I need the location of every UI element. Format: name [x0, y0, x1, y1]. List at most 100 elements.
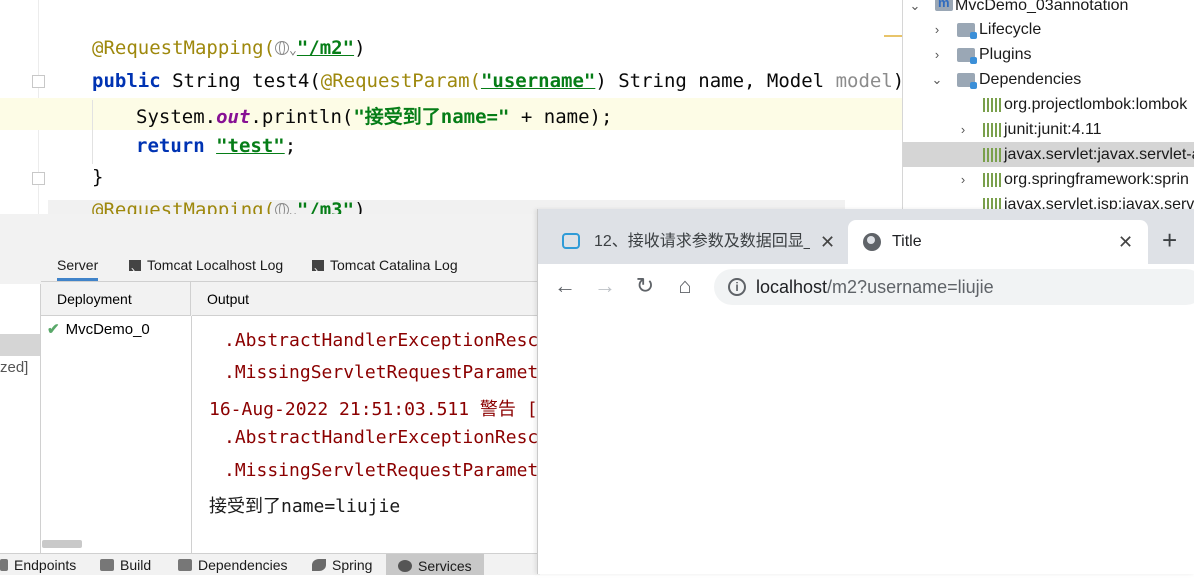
- chevron-down-icon[interactable]: ⌄: [289, 43, 297, 58]
- browser-tabstrip: 12、接收请求参数及数据回显_哔 ✕ Title ✕ +: [538, 209, 1194, 264]
- chevron-right-icon[interactable]: ›: [927, 42, 947, 67]
- chevron-right-icon[interactable]: ›: [927, 17, 947, 42]
- tree-item-dependency-selected[interactable]: javax.servlet:javax.servlet-a: [903, 142, 1194, 167]
- tab-label: Server: [57, 257, 99, 273]
- code-line[interactable]: public String test4(@RequestParam("usern…: [92, 70, 902, 92]
- tree-item-label: Lifecycle: [979, 21, 1042, 38]
- url-text[interactable]: localhost/m2?username=liujie: [756, 269, 994, 305]
- tool-label: Services: [418, 558, 472, 574]
- browser-window[interactable]: 12、接收请求参数及数据回显_哔 ✕ Title ✕ + ← → ↻ ⌂ i l…: [537, 209, 1194, 574]
- string-literal: "接受到了name=": [353, 106, 510, 128]
- chevron-right-icon[interactable]: ›: [953, 167, 973, 192]
- keyword: public: [92, 70, 173, 92]
- log-line: .MissingServletRequestParamet: [224, 362, 539, 383]
- unused-param: model: [835, 70, 893, 92]
- maven-project-tree[interactable]: ⌄ MvcDemo_03annotation › Lifecycle › Plu…: [902, 0, 1194, 214]
- new-tab-icon[interactable]: +: [1162, 225, 1177, 255]
- tree-item-dependency[interactable]: › junit:junit:4.11: [903, 117, 1194, 142]
- chevron-down-icon[interactable]: ⌄: [927, 67, 947, 92]
- info-icon[interactable]: i: [728, 278, 746, 296]
- chevron-down-icon[interactable]: ⌄: [905, 0, 925, 18]
- library-icon: [983, 98, 1001, 112]
- tree-item-lifecycle[interactable]: › Lifecycle: [903, 17, 1194, 42]
- annotation: @RequestParam(: [320, 70, 481, 92]
- chevron-down-icon[interactable]: ⌄: [289, 205, 297, 214]
- tree-item-label: Dependencies: [979, 71, 1082, 88]
- tab-server[interactable]: Server: [57, 249, 99, 281]
- build-button[interactable]: Build: [100, 557, 151, 573]
- services-tool-window[interactable]: zed] Server Tomcat Localhost Log Tomcat …: [0, 214, 540, 574]
- tree-item-dependencies[interactable]: ⌄ Dependencies: [903, 67, 1194, 92]
- forward-arrow-icon[interactable]: →: [592, 273, 618, 299]
- scroll-marker: [884, 35, 902, 37]
- chevron-right-icon[interactable]: ›: [953, 117, 973, 142]
- services-button[interactable]: Services: [386, 554, 484, 575]
- browser-tab-bilibili[interactable]: 12、接收请求参数及数据回显_哔 ✕: [538, 220, 844, 264]
- code-editor[interactable]: @RequestMapping(⌄"/m2") public String te…: [0, 0, 902, 214]
- fold-marker-icon[interactable]: [32, 172, 45, 185]
- web-endpoint-icon[interactable]: [275, 203, 290, 214]
- endpoints-button[interactable]: Endpoints: [0, 557, 76, 573]
- hammer-icon: [100, 559, 114, 571]
- folder-icon: [957, 48, 977, 64]
- library-icon: [983, 173, 1001, 187]
- terminal-icon: [129, 254, 141, 286]
- web-endpoint-icon[interactable]: [275, 41, 290, 55]
- fold-marker-icon[interactable]: [32, 75, 45, 88]
- tab-tomcat-catalina-log[interactable]: Tomcat Catalina Log: [312, 249, 458, 286]
- deployment-list[interactable]: ✔MvcDemo_0 ⇉ ⇇ ⟳ ⇩: [41, 316, 219, 554]
- terminal-icon: [312, 254, 324, 286]
- code-text: ;: [284, 135, 297, 157]
- check-icon: ✔: [47, 321, 60, 338]
- page-content[interactable]: [538, 310, 1194, 574]
- home-icon[interactable]: ⌂: [672, 273, 698, 299]
- code-line[interactable]: @RequestMapping(⌄"/m3"): [92, 199, 366, 214]
- maven-module-icon: [935, 0, 953, 11]
- tree-root-label: MvcDemo_03annotation: [955, 0, 1129, 14]
- tree-root[interactable]: ⌄ MvcDemo_03annotation: [903, 0, 1194, 18]
- layers-icon: [178, 559, 192, 571]
- tool-label: Spring: [332, 557, 373, 573]
- browser-toolbar: ← → ↻ ⌂ i localhost/m2?username=liujie: [538, 264, 1194, 311]
- close-tab-icon[interactable]: ✕: [1118, 220, 1133, 264]
- back-arrow-icon[interactable]: ←: [552, 273, 578, 299]
- spring-button[interactable]: Spring: [312, 557, 372, 573]
- keyword: return: [136, 135, 217, 157]
- tree-item-dependency[interactable]: org.projectlombok:lombok: [903, 92, 1194, 117]
- code-line[interactable]: System.out.println("接受到了name=" + name);: [136, 102, 612, 129]
- url-path: /m2?username=liujie: [827, 277, 994, 297]
- log-line: 接受到了name=liujie: [209, 496, 401, 517]
- tree-item-plugins[interactable]: › Plugins: [903, 42, 1194, 67]
- deployment-item[interactable]: ✔ MvcDemo_0: [47, 320, 150, 338]
- mapping-path[interactable]: "/m3": [297, 199, 354, 214]
- globe-icon: [863, 233, 881, 251]
- output-console[interactable]: .AbstractHandlerExceptionResc .MissingSe…: [192, 316, 540, 554]
- close-tab-icon[interactable]: ✕: [820, 220, 835, 264]
- code-text: String test4(: [172, 70, 321, 92]
- bilibili-icon: [562, 233, 580, 249]
- services-icon: [398, 560, 412, 572]
- string-literal: "username": [480, 70, 596, 92]
- browser-tab-title[interactable]: Title ✕: [848, 220, 1148, 264]
- code-text: ) String name, Model: [595, 70, 836, 92]
- services-tree-strip[interactable]: [0, 284, 41, 554]
- code-line[interactable]: return "test";: [136, 135, 296, 157]
- horizontal-scrollbar[interactable]: [42, 540, 82, 548]
- deployment-header: Deployment: [41, 282, 191, 316]
- tree-item-label: Plugins: [979, 46, 1032, 63]
- services-tree-selection[interactable]: [0, 334, 40, 356]
- tree-item-dependency[interactable]: › org.springframework:sprin: [903, 167, 1194, 192]
- tree-item-label: junit:junit:4.11: [1004, 121, 1102, 138]
- code-line[interactable]: @RequestMapping(⌄"/m2"): [92, 37, 366, 59]
- annotation: @RequestMapping(: [92, 199, 276, 214]
- dependencies-button[interactable]: Dependencies: [178, 557, 288, 573]
- mapping-path[interactable]: "/m2": [297, 37, 354, 59]
- code-line[interactable]: }: [92, 166, 103, 188]
- paren: ): [354, 37, 366, 59]
- reload-icon[interactable]: ↻: [632, 273, 658, 299]
- code-text: }: [92, 166, 104, 188]
- tab-tomcat-localhost-log[interactable]: Tomcat Localhost Log: [129, 249, 283, 286]
- url-host: localhost: [756, 277, 828, 297]
- services-tabs: Server Tomcat Localhost Log Tomcat Catal…: [41, 249, 540, 286]
- address-bar[interactable]: i localhost/m2?username=liujie: [714, 269, 1194, 305]
